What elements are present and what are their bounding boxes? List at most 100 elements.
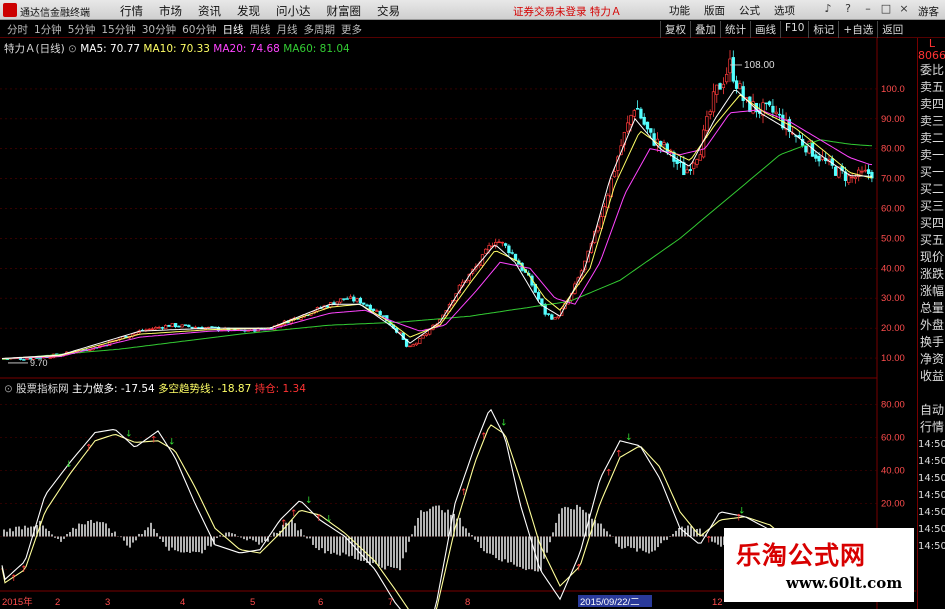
tool-button[interactable]: 叠加: [690, 21, 720, 38]
sidebar-item[interactable]: 行情: [918, 419, 945, 436]
sidebar-item[interactable]: 委比: [918, 62, 945, 79]
menu-item-options[interactable]: 选项: [767, 3, 802, 18]
tool-button[interactable]: F10: [780, 21, 808, 38]
period-tab[interactable]: 日线: [220, 22, 247, 37]
sell-signal-icon: ↓: [325, 514, 333, 524]
candle-body: [777, 113, 782, 116]
sidebar-item[interactable]: 卖一: [918, 147, 945, 164]
sidebar-code: 8066: [918, 50, 945, 62]
sidebar-item[interactable]: 买一: [918, 164, 945, 181]
menu-item-layout[interactable]: 版面: [697, 3, 732, 18]
candle-body: [187, 324, 191, 327]
y-tick-label: 40.00: [881, 466, 905, 477]
legend-toggle-icon[interactable]: ⊙: [4, 383, 13, 395]
sidebar-item[interactable]: 卖五: [918, 79, 945, 96]
app-title: 通达信金融终端: [20, 8, 90, 19]
y-tick-label: 60.00: [881, 433, 905, 444]
candle-body: [157, 326, 161, 329]
period-tab[interactable]: 1分钟: [31, 22, 65, 37]
x-tick-label: 2015年: [2, 596, 33, 608]
period-tab[interactable]: 5分钟: [65, 22, 99, 37]
period-tab[interactable]: 多周期: [301, 22, 339, 37]
sidebar-item[interactable]: 现价: [918, 249, 945, 266]
period-tabs: 分时 1分钟 5分钟 15分钟 30分钟 60分钟 日线 周线 月线 多周期 更多: [4, 22, 365, 37]
guest-label[interactable]: 游客: [918, 4, 939, 19]
right-menu: 功能 版面 公式 选项: [662, 3, 802, 18]
sidebar-item[interactable]: 收益: [918, 368, 945, 385]
sidebar-item[interactable]: 自动: [918, 402, 945, 419]
candle-body: [418, 338, 422, 344]
menu-item-news[interactable]: 资讯: [190, 2, 229, 20]
x-tick-label: 8: [465, 597, 470, 608]
low-label: 9.70: [30, 358, 48, 368]
period-tab[interactable]: 15分钟: [98, 22, 138, 37]
menu-item-formula[interactable]: 公式: [732, 3, 767, 18]
sell-signal-icon: ↓: [625, 433, 633, 443]
period-tab[interactable]: 周线: [247, 22, 274, 37]
help-icon[interactable]: ?: [842, 3, 854, 15]
quote-sidebar: L 8066 委比 卖五 卖四 卖三 卖二 卖一 买一 买二 买三 买四 买五 现价 涨跌 涨幅 总量 外盘 换手净…: [917, 38, 945, 609]
menu-item-markets[interactable]: 市场: [151, 2, 190, 20]
candle-body: [88, 349, 92, 352]
candle-body: [675, 159, 679, 164]
tool-button[interactable]: 返回: [877, 21, 907, 38]
candle-body: [279, 324, 283, 327]
maximize-icon[interactable]: □: [880, 3, 892, 15]
sidebar-item[interactable]: 买二: [918, 181, 945, 198]
sidebar-item[interactable]: [918, 385, 945, 402]
period-tab[interactable]: 60分钟: [179, 22, 219, 37]
y-tick-label: 80.00: [881, 144, 905, 155]
sidebar-item[interactable]: 净资: [918, 351, 945, 368]
menu-item-assistant[interactable]: 问小达: [268, 2, 319, 20]
sidebar-item[interactable]: 总量: [918, 300, 945, 317]
tool-button[interactable]: 标记: [808, 21, 838, 38]
y-tick-label: 60.00: [881, 204, 905, 215]
menu-item-wealth[interactable]: 财富圈: [319, 2, 370, 20]
buy-signal-icon: ↑: [10, 574, 18, 584]
sidebar-item[interactable]: 涨幅: [918, 283, 945, 300]
legend-toggle-icon[interactable]: ⊙: [68, 43, 77, 55]
menu-item-discover[interactable]: 发现: [229, 2, 268, 20]
menu-item-function[interactable]: 功能: [662, 3, 697, 18]
period-tab[interactable]: 更多: [338, 22, 365, 37]
minimize-icon[interactable]: –: [862, 3, 874, 15]
candle-body: [649, 128, 653, 133]
candle-body: [546, 313, 551, 315]
sell-signal-icon: ↓: [125, 429, 133, 439]
tool-button[interactable]: 画线: [750, 21, 780, 38]
stock-label: 特力Ａ(日线): [4, 43, 65, 55]
candle-body: [550, 314, 554, 320]
ma-legend-item: MA20: 74.68: [213, 43, 284, 55]
close-icon[interactable]: ×: [898, 3, 910, 15]
candle-body: [728, 58, 732, 74]
title-bar: 通达信金融终端 行情 市场 资讯 发现 问小达 财富圈 交易 证券交易未登录 特…: [0, 0, 945, 20]
bell-icon[interactable]: ♪: [822, 3, 834, 15]
menu-item-market[interactable]: 行情: [112, 2, 151, 20]
candle-body: [494, 242, 498, 246]
kline-chart[interactable]: 100.0 90.00 80.00 70.00 60.00 50.00 40.00 30.00…: [0, 38, 916, 609]
period-tab[interactable]: 月线: [274, 22, 301, 37]
period-tab[interactable]: 分时: [4, 22, 31, 37]
ma-legend: MA5: 70.77 MA10: 70.33 MA20: 74.68 MA60:…: [80, 43, 350, 55]
tool-button[interactable]: 统计: [720, 21, 750, 38]
candle-body: [734, 80, 739, 89]
candle-body: [193, 326, 198, 329]
sidebar-item[interactable]: 卖二: [918, 130, 945, 147]
x-tick-label: 5: [250, 597, 255, 608]
sidebar-item[interactable]: 买五: [918, 232, 945, 249]
indicator-legend: 主力做多: -17.54 多空趋势线: -18.87 持仓: 1.34: [72, 383, 306, 395]
sidebar-item[interactable]: 买四: [918, 215, 945, 232]
sidebar-item[interactable]: 卖四: [918, 96, 945, 113]
sidebar-item[interactable]: 涨跌: [918, 266, 945, 283]
sidebar-item[interactable]: 换手: [918, 334, 945, 351]
tool-button[interactable]: +自选: [838, 21, 877, 38]
period-tab[interactable]: 30分钟: [139, 22, 179, 37]
y-tick-label: 90.00: [881, 114, 905, 125]
tool-button[interactable]: 复权: [660, 21, 690, 38]
sidebar-item[interactable]: 外盘: [918, 317, 945, 334]
candle-body: [692, 162, 696, 169]
sidebar-item[interactable]: 卖三: [918, 113, 945, 130]
sidebar-item[interactable]: 买三: [918, 198, 945, 215]
period-toolbar: 分时 1分钟 5分钟 15分钟 30分钟 60分钟 日线 周线 月线 多周期 更多 复权 叠加 统计 画线…: [0, 20, 945, 38]
menu-item-trade[interactable]: 交易: [369, 2, 408, 20]
